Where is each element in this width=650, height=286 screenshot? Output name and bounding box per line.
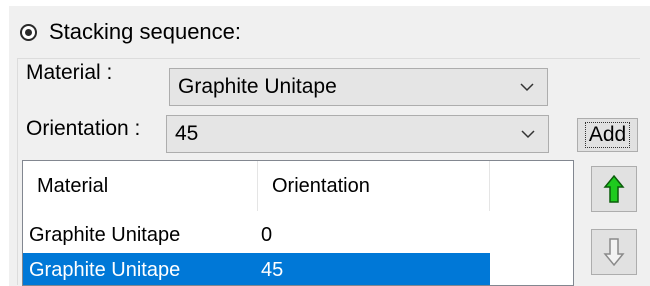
chevron-down-icon[interactable] [508,116,548,152]
column-header-material[interactable]: Material [23,161,258,211]
column-header-orientation[interactable]: Orientation [258,161,490,211]
cell-material: Graphite Unitape [29,258,181,281]
cell-orientation: 45 [261,258,284,281]
move-up-button[interactable] [591,166,637,212]
stacking-list[interactable]: Material Orientation Graphite Unitape 0 … [22,160,574,286]
stacking-sequence-label: Stacking sequence: [49,19,242,44]
green-up-arrow-icon [603,174,625,203]
add-button[interactable]: Add [577,118,638,152]
material-value: Graphite Unitape [178,75,337,98]
column-header-empty [490,161,573,211]
orientation-label: Orientation : [26,117,141,140]
chevron-down-icon[interactable] [507,69,547,105]
material-label: Material : [26,61,113,84]
orientation-value: 45 [175,122,199,145]
radio-selected-icon[interactable] [20,23,37,41]
cell-orientation: 0 [261,223,273,246]
move-down-button[interactable] [591,229,637,275]
orientation-combobox[interactable]: 45 [166,115,549,153]
list-header: Material Orientation [23,161,573,211]
table-row[interactable]: Graphite Unitape 0 [23,218,490,252]
table-row-selected[interactable]: Graphite Unitape 45 [23,253,490,285]
cell-material: Graphite Unitape [29,223,181,246]
gray-down-arrow-icon [603,238,625,267]
add-button-label: Add [584,122,631,148]
stacking-sequence-radio[interactable]: Stacking sequence: [20,17,241,47]
material-combobox[interactable]: Graphite Unitape [169,68,548,106]
